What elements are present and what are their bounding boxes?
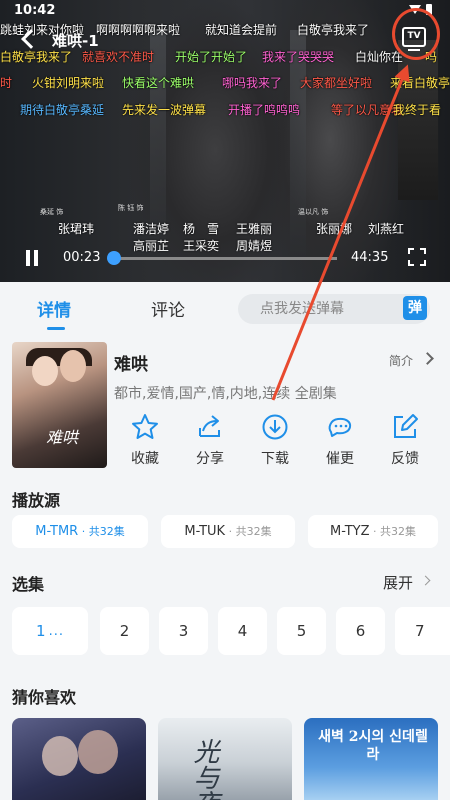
remind-update-label: 催更 [326, 451, 354, 467]
app-screen: 10:42 跳蛙刘来对你啦 啊啊啊啊啊来啦 就知道会提前 白敬亭我来了 白敬亭我… [0, 0, 450, 800]
total-time: 44:35 [351, 250, 389, 265]
episode-2[interactable]: 2 [100, 607, 149, 655]
episode-number: 2 [119, 622, 130, 640]
episode-number: 6 [355, 622, 366, 640]
episode-number: 5 [296, 622, 307, 640]
progress-bar[interactable] [106, 251, 337, 265]
source-name: M-TMR [35, 524, 79, 539]
action-bar: 收藏 分享 下载 催更 反馈 [114, 410, 444, 472]
danmaku-item: 开播了鸣鸣鸣 [228, 103, 301, 117]
danmaku-item: 我终于看 [393, 103, 442, 117]
source-chip-tmr[interactable]: M-TMR · 共32集 [12, 515, 148, 548]
recommend-card[interactable] [12, 718, 146, 800]
source-name: M-TUK [184, 524, 226, 539]
share-button[interactable]: 分享 [183, 410, 237, 472]
cover-title-art: 难哄 [46, 428, 79, 447]
source-chip-tyz[interactable]: M-TYZ · 共32集 [308, 515, 438, 548]
episode-7[interactable]: 7 [395, 607, 450, 655]
danmaku-item: 大家都坐好啦 [300, 76, 373, 90]
status-bar: 10:42 [0, 0, 450, 22]
episode-1[interactable]: 1... [12, 607, 88, 655]
back-button[interactable] [18, 26, 42, 52]
danmaku-input[interactable] [238, 294, 430, 324]
danmaku-item: 火钳刘明来啦 [32, 76, 105, 90]
download-label: 下载 [261, 451, 289, 467]
share-label: 分享 [196, 451, 224, 467]
episode-number: 1 [36, 622, 46, 640]
download-button[interactable]: 下载 [248, 410, 302, 472]
episode-number: 7 [415, 622, 425, 640]
cast-role: 温以凡 饰 [298, 208, 329, 216]
source-count: · 共32集 [369, 525, 416, 538]
star-icon [132, 414, 158, 439]
edit-icon [394, 414, 418, 438]
drama-title: 难哄 [114, 355, 148, 375]
highlight-circle [392, 8, 440, 60]
tab-comments[interactable]: 评论 [151, 296, 185, 321]
download-icon [262, 414, 288, 440]
status-time: 10:42 [14, 3, 56, 18]
intro-button[interactable]: 简介 [389, 352, 413, 369]
recommend-card-title: 光与夜 [189, 738, 219, 800]
source-count: · 共32集 [78, 525, 125, 538]
cast-name: 张珺玮 [58, 222, 95, 236]
drama-cover[interactable]: 难哄 [12, 342, 107, 468]
recommend-card[interactable]: 光与夜 [158, 718, 292, 800]
episode-6[interactable]: 6 [336, 607, 385, 655]
player-controls: 00:23 44:35 [0, 240, 450, 280]
danmaku-item: 哪吗我来了 [222, 76, 283, 90]
episodes-title: 选集 [12, 575, 45, 594]
feedback-button[interactable]: 反馈 [378, 410, 432, 472]
bell-icon [328, 417, 352, 437]
source-name: M-TYZ [329, 524, 370, 539]
progress-knob[interactable] [106, 251, 121, 265]
tab-details[interactable]: 详情 [37, 296, 71, 321]
fullscreen-button[interactable] [408, 248, 426, 266]
remind-update-button[interactable]: 催更 [313, 410, 367, 472]
cast-name: 刘燕红 [368, 222, 405, 236]
episode-4[interactable]: 4 [218, 607, 267, 655]
recommend-card[interactable]: 새벽 2시의 신데렐라 [304, 718, 438, 800]
favorite-button[interactable]: 收藏 [118, 410, 172, 472]
share-icon [199, 415, 220, 437]
playing-indicator-icon: ... [48, 624, 64, 639]
drama-tags: 都市,爱情,国产,情,内地,连续 全剧集 [114, 386, 337, 402]
danmaku-item: 先来发一波弹幕 [122, 103, 207, 117]
tab-indicator [47, 327, 65, 330]
cast-role: 桑延 饰 [40, 208, 64, 216]
episode-5[interactable]: 5 [277, 607, 326, 655]
favorite-label: 收藏 [131, 451, 159, 467]
cast-name: 杨 雪 [183, 222, 220, 236]
source-count: · 共32集 [225, 525, 272, 538]
video-player[interactable]: 10:42 跳蛙刘来对你啦 啊啊啊啊啊来啦 就知道会提前 白敬亭我来了 白敬亭我… [0, 0, 450, 282]
player-top-bar: 难哄-1 TV [0, 24, 450, 54]
episode-number: 4 [237, 622, 248, 640]
recommend-card-title: 새벽 2시의 신데렐라 [318, 729, 428, 763]
detail-tabs: 详情 评论 弹 [0, 282, 450, 334]
episode-3[interactable]: 3 [159, 607, 208, 655]
danmaku-item: 来看白敬亭 [390, 76, 450, 90]
cast-name: 潘洁婷 [133, 222, 170, 236]
feedback-label: 反馈 [391, 451, 419, 467]
source-title: 播放源 [12, 491, 61, 510]
danmaku-send-button[interactable]: 弹 [403, 296, 427, 320]
cast-name: 王雅丽 [236, 222, 273, 236]
current-time: 00:23 [63, 250, 101, 265]
pause-button[interactable] [22, 248, 42, 268]
cast-name: 张丽娜 [316, 222, 353, 236]
episode-number: 3 [178, 622, 189, 640]
danmaku-item: 期待白敬亭桑延 [20, 103, 105, 117]
danmaku-item: 快看这个难哄 [122, 76, 195, 90]
expand-episodes-button[interactable]: 展开 [383, 572, 413, 593]
source-chip-tuk[interactable]: M-TUK · 共32集 [161, 515, 295, 548]
danmaku-item: 时 [0, 76, 13, 90]
cast-role: 陈 钰 饰 [118, 204, 144, 212]
recommend-title: 猜你喜欢 [12, 688, 77, 707]
video-title: 难哄-1 [52, 32, 99, 50]
